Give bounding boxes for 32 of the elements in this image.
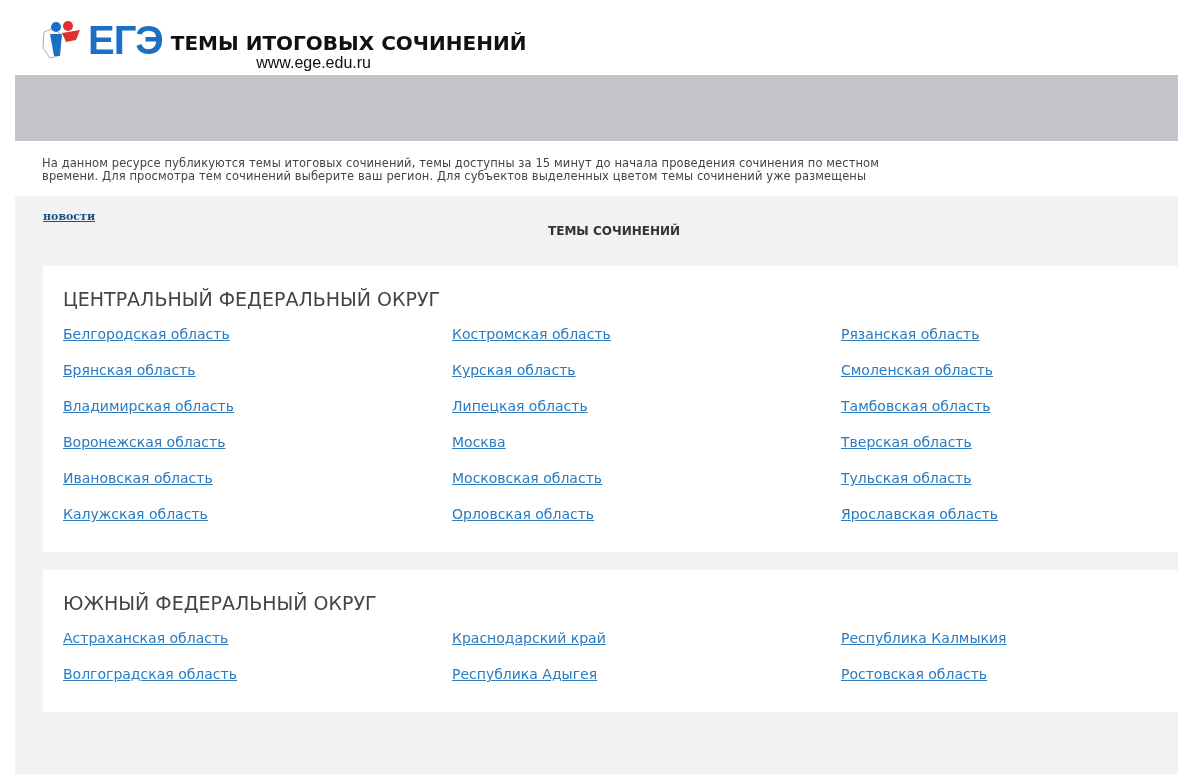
news-link[interactable]: новости bbox=[43, 210, 96, 224]
region-link[interactable]: Белгородская область bbox=[63, 322, 230, 359]
intro-text: На данном ресурсе публикуются темы итоговых сочинений, темы доступны за 15 минут до начала проведения сочинения по местном времени. Для просмотра тем сочинений выберите ваш регион. Для субъектов выделенных цветом темы сочинений уже размещены bbox=[42, 157, 880, 183]
region-link[interactable]: Рязанская область bbox=[841, 322, 980, 359]
region-link[interactable]: Тамбовская область bbox=[841, 394, 991, 431]
region-link[interactable]: Орловская область bbox=[452, 502, 595, 539]
region-link[interactable]: Тульская область bbox=[841, 466, 972, 503]
region-link[interactable]: Ивановская область bbox=[63, 466, 213, 503]
region-link[interactable]: Республика Адыгея bbox=[452, 662, 598, 699]
region-link[interactable]: Липецкая область bbox=[452, 394, 588, 431]
site-url: www.ege.edu.ru bbox=[256, 54, 371, 72]
region-link[interactable]: Ярославская область bbox=[841, 502, 999, 539]
site-title: ТЕМЫ ИТОГОВЫХ СОЧИНЕНИЙ bbox=[170, 32, 527, 54]
region-link[interactable]: Краснодарский край bbox=[452, 626, 606, 663]
region-link[interactable]: Воронежская область bbox=[63, 430, 226, 467]
region-link[interactable]: Волгоградская область bbox=[63, 662, 237, 699]
region-link[interactable]: Брянская область bbox=[63, 358, 196, 395]
logo-text: ЕГЭ bbox=[88, 20, 163, 60]
region-link[interactable]: Ростовская область bbox=[841, 662, 988, 699]
section-title: ТЕМЫ СОЧИНЕНИЙ bbox=[548, 224, 681, 239]
region-link[interactable]: Курская область bbox=[452, 358, 576, 395]
region-link[interactable]: Смоленская область bbox=[841, 358, 994, 395]
district-title: ЮЖНЫЙ ФЕДЕРАЛЬНЫЙ ОКРУГ bbox=[63, 592, 378, 615]
region-link[interactable]: Московская область bbox=[452, 466, 603, 503]
region-link[interactable]: Тверская область bbox=[841, 430, 972, 467]
region-link[interactable]: Москва bbox=[452, 430, 506, 467]
region-link[interactable]: Астраханская область bbox=[63, 626, 229, 663]
region-link[interactable]: Калужская область bbox=[63, 502, 208, 539]
region-link[interactable]: Владимирская область bbox=[63, 394, 234, 431]
region-link[interactable]: Республика Калмыкия bbox=[841, 626, 1007, 663]
district-title: ЦЕНТРАЛЬНЫЙ ФЕДЕРАЛЬНЫЙ ОКРУГ bbox=[63, 288, 442, 311]
region-link[interactable]: Костромская область bbox=[452, 322, 611, 359]
